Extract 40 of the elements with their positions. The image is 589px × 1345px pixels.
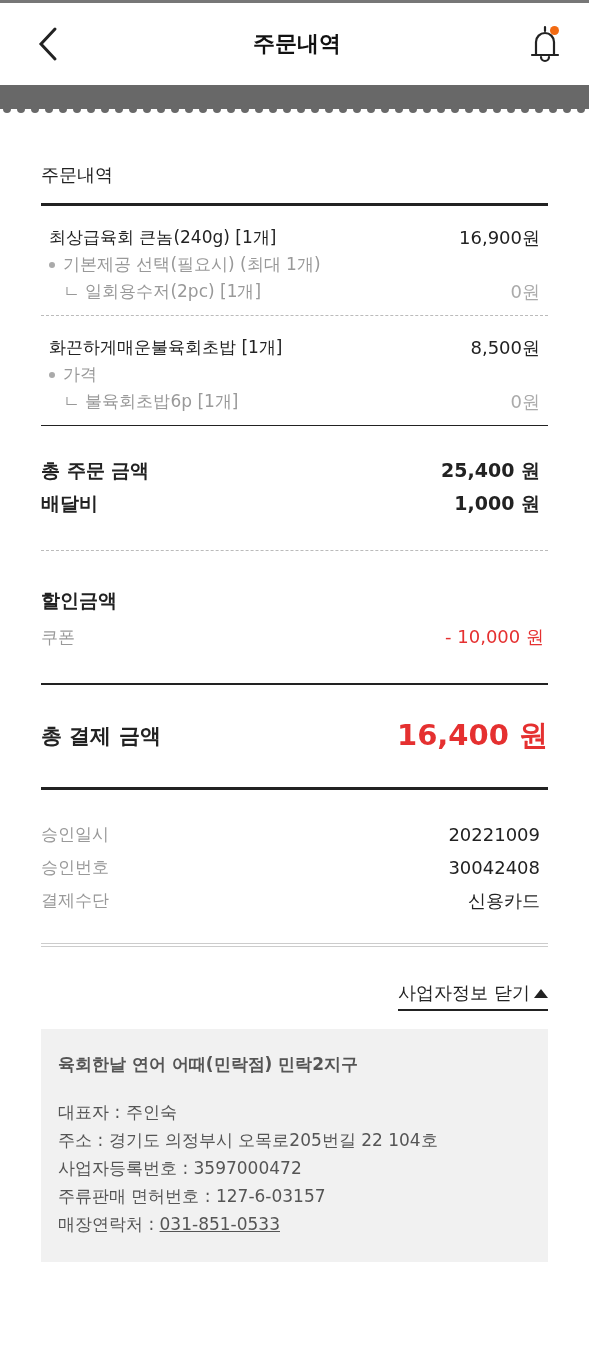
caret-up-icon (534, 988, 548, 998)
discount-value: - 10,000 원 (445, 625, 545, 649)
business-name: 육회한날 연어 어때(민락점) 민락2지구 (58, 1053, 360, 1076)
approval-label: 승인일시 (41, 823, 109, 846)
total-value: 16,400 원 (397, 717, 548, 754)
option-price: 0원 (510, 389, 540, 414)
approval-label: 승인번호 (41, 856, 109, 879)
section-title: 주문내역 (41, 163, 548, 206)
contact-line: 매장연락처 : 031-851-0533 (58, 1213, 281, 1236)
option-choice: ㄴ 일회용수저(2pc) [1개] (62, 280, 262, 303)
option-price: 0원 (510, 279, 540, 304)
approval-label: 결제수단 (41, 889, 109, 912)
business-info-toggle[interactable]: 사업자정보 닫기 (398, 981, 548, 1011)
business-detail: 주류판매 면허번호 : 127-6-03157 (58, 1185, 327, 1208)
summary-label: 총 주문 금액 (41, 457, 150, 483)
item-name: 최상급육회 큰놈(240g) [1개] (49, 226, 277, 249)
summary-label: 배달비 (41, 490, 98, 516)
item-price: 16,900원 (459, 225, 540, 250)
phone-link[interactable]: 031-851-0533 (159, 1214, 280, 1234)
business-detail: 대표자 : 주인숙 (58, 1101, 178, 1124)
total-label: 총 결제 금액 (41, 723, 161, 750)
summary-value: 1,000 원 (454, 490, 541, 516)
bell-icon (528, 24, 562, 64)
approval-value: 30042408 (448, 857, 541, 878)
item-price: 8,500원 (470, 335, 540, 360)
business-detail: 주소 : 경기도 의정부시 오목로205번길 22 104호 (58, 1129, 439, 1152)
discount-title: 할인금액 (41, 588, 117, 613)
bullet-icon (49, 371, 55, 378)
approval-value: 신용카드 (468, 888, 541, 913)
back-icon (37, 26, 59, 62)
discount-label: 쿠폰 (41, 625, 75, 649)
option-group: 가격 (49, 363, 97, 386)
option-choice: ㄴ 불육회초밥6p [1개] (62, 390, 239, 413)
page-title: 주문내역 (252, 30, 341, 58)
business-detail: 사업자등록번호 : 3597000472 (58, 1157, 303, 1180)
item-name: 화끈하게매운불육회초밥 [1개] (49, 336, 283, 359)
option-group: 기본제공 선택(필요시) (최대 1개) (49, 253, 321, 276)
bullet-icon (49, 261, 55, 268)
approval-value: 20221009 (448, 824, 541, 845)
summary-value: 25,400 원 (441, 457, 541, 483)
